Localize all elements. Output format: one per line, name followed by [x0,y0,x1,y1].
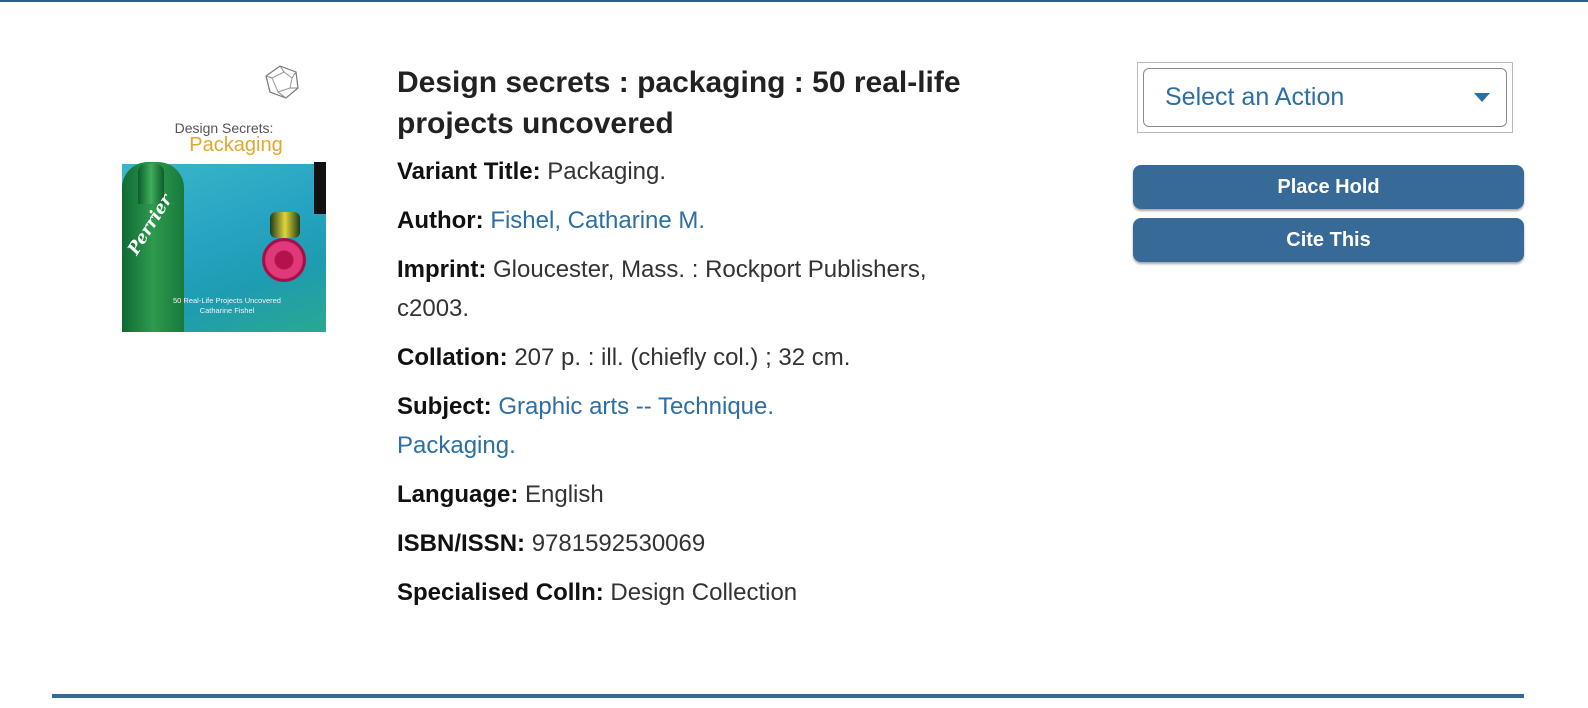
field-isbn: ISBN/ISSN: 9781592530069 [397,524,997,563]
cover-subtitle: 50 Real-Life Projects Uncovered Catharin… [162,296,292,316]
field-value: Design Collection [610,579,798,606]
action-select-label: Select an Action [1165,83,1345,111]
field-label: Language: [397,481,519,508]
record-title: Design secrets : packaging : 50 real-lif… [397,66,961,140]
field-variant-title: Variant Title: Packaging. [397,152,997,191]
field-subject: Subject: Graphic arts -- Technique. Pack… [397,387,997,465]
chevron-down-icon [1474,93,1490,102]
cover-title-line2: Packaging [189,134,283,156]
field-label: Variant Title: [397,158,541,185]
field-value: 9781592530069 [531,530,706,557]
subject-link-packaging[interactable]: Packaging. [397,426,997,465]
publisher-logo-icon [265,65,299,99]
bottom-divider [52,694,1524,698]
field-specialised-colln: Specialised Colln: Design Collection [397,573,997,612]
book-cover-image[interactable]: Design Secrets: Packaging Perrier 50 Rea… [122,62,326,332]
field-label: ISBN/ISSN: [397,530,526,557]
cover-flower [262,238,306,282]
field-language: Language: English [397,475,997,514]
record-details: Design secrets : packaging : 50 real-lif… [397,62,997,622]
field-value: English [525,481,604,508]
action-select-container: Select an Action [1137,62,1513,133]
action-select-dropdown[interactable]: Select an Action [1143,68,1507,127]
field-label: Imprint: [397,256,487,283]
cover-spine [314,162,326,214]
field-label: Subject: [397,393,492,420]
subject-link-graphic-arts[interactable]: Graphic arts -- Technique. [498,393,774,420]
field-imprint: Imprint: Gloucester, Mass. : Rockport Pu… [397,250,997,328]
author-link[interactable]: Fishel, Catharine M. [490,207,705,234]
field-label: Specialised Colln: [397,579,604,606]
cite-this-button[interactable]: Cite This [1133,218,1524,262]
field-label: Collation: [397,344,508,371]
top-divider [0,0,1588,2]
field-author: Author: Fishel, Catharine M. [397,201,997,240]
field-value: 207 p. : ill. (chiefly col.) ; 32 cm. [514,344,851,371]
field-label: Author: [397,207,484,234]
cover-can [270,212,300,238]
place-hold-button[interactable]: Place Hold [1133,165,1524,209]
cover-author-text: Catharine Fishel [199,306,255,315]
field-value: Packaging. [547,158,667,185]
cover-subtitle-text: 50 Real-Life Projects Uncovered [173,296,281,305]
field-collation: Collation: 207 p. : ill. (chiefly col.) … [397,338,997,377]
